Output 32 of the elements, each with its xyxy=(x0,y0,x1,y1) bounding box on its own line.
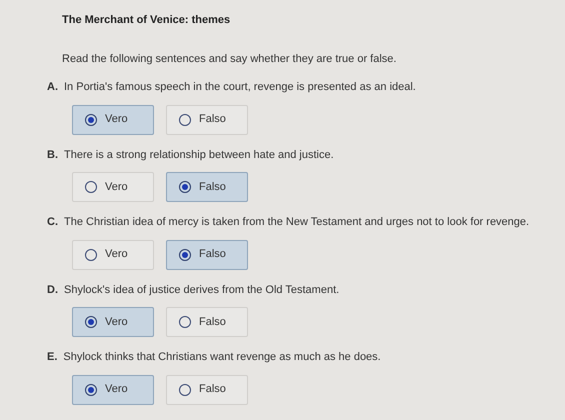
question-letter: A. xyxy=(47,80,58,95)
answer-option[interactable]: Vero xyxy=(72,307,154,337)
question-text: Shylock's idea of justice derives from the Old Testament. xyxy=(64,282,340,298)
question-letter: E. xyxy=(47,350,58,365)
answer-option[interactable]: Falso xyxy=(166,374,248,404)
question-text: The Christian idea of mercy is taken from the New Testament and urges not to look for revenge. xyxy=(64,215,530,230)
page-title: The Merchant of Venice: themes xyxy=(62,13,232,28)
radio-icon xyxy=(179,181,191,193)
answer-option[interactable]: Falso xyxy=(166,104,248,134)
radio-icon xyxy=(179,248,191,260)
answer-option[interactable]: Vero xyxy=(72,240,154,270)
question-letter: C. xyxy=(47,215,58,230)
radio-icon xyxy=(179,114,191,126)
radio-icon xyxy=(85,316,97,328)
question-text: There is a strong relationship between hate and justice. xyxy=(64,148,334,162)
radio-icon xyxy=(85,181,97,193)
answer-option[interactable]: Falso xyxy=(166,172,248,202)
question-letter: D. xyxy=(47,282,58,298)
question-text: Shylock thinks that Christians want revenge as much as he does. xyxy=(63,350,381,365)
answer-option[interactable]: Vero xyxy=(72,374,154,404)
radio-icon xyxy=(179,316,191,328)
answer-option[interactable]: Vero xyxy=(72,172,154,202)
radio-icon xyxy=(85,114,97,126)
instruction-text: Read the following sentences and say whether they are true or false. xyxy=(62,52,398,66)
answer-option[interactable]: Vero xyxy=(72,104,154,134)
answer-option[interactable]: Falso xyxy=(166,240,248,270)
answer-option[interactable]: Falso xyxy=(166,307,248,337)
question-text: In Portia's famous speech in the court, revenge is presented as an ideal. xyxy=(64,80,416,95)
radio-icon xyxy=(85,248,97,260)
radio-icon xyxy=(179,384,191,396)
radio-icon xyxy=(85,384,97,396)
question-letter: B. xyxy=(47,148,58,162)
